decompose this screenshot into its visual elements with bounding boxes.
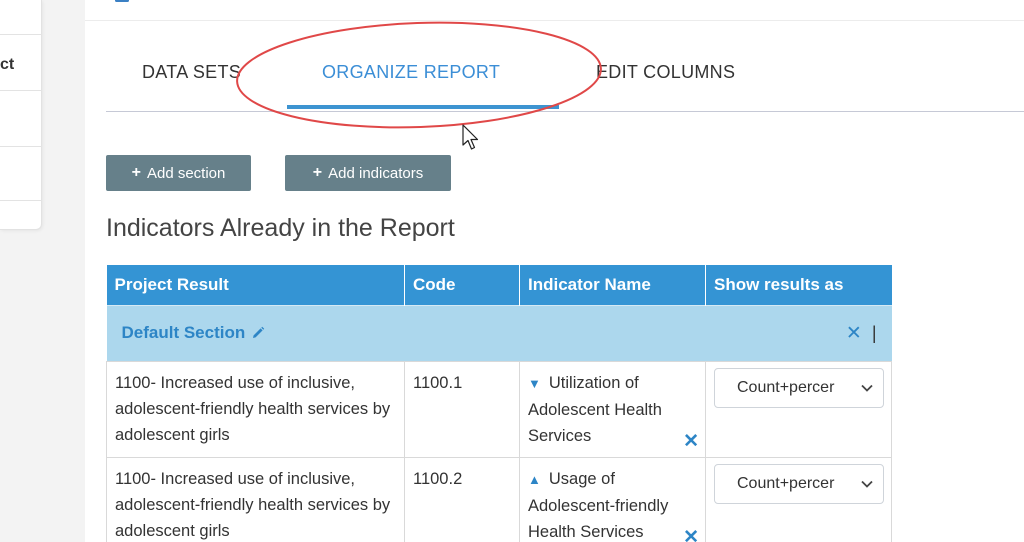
indicator-name-text: Utilization of Adolescent Health Service… (528, 373, 662, 445)
show-results-value: Count+percer (737, 474, 835, 492)
remove-indicator-icon[interactable]: ✕ (683, 429, 699, 455)
page-title-fragment (115, 0, 195, 4)
project-result-cell: 1100- Increased use of inclusive, adoles… (106, 456, 405, 542)
add-indicators-label: Add indicators (328, 164, 424, 182)
plus-icon: + (131, 164, 141, 181)
indicator-name-cell: ▲ Usage of Adolescent-friendly Health Ser… (519, 456, 706, 542)
active-tab-underline (287, 105, 559, 109)
show-results-select[interactable]: Count+percer (714, 367, 884, 408)
sidebar-divider (0, 146, 42, 147)
show-results-cell: Count+percer (705, 360, 892, 458)
remove-indicator-icon[interactable]: ✕ (683, 525, 699, 542)
chevron-down-icon (861, 480, 873, 488)
table-header-row: Project Result Code Indicator Name Show … (106, 265, 892, 305)
chevron-down-icon (861, 384, 873, 392)
left-sidebar: ct (0, 0, 42, 230)
table-row: 1100- Increased use of inclusive, adoles… (106, 360, 892, 458)
column-header-project-result: Project Result (106, 265, 405, 305)
header-divider (85, 20, 1024, 21)
show-results-select[interactable]: Count+percer (714, 463, 884, 504)
sidebar-divider (0, 34, 42, 35)
column-header-code: Code (404, 265, 520, 305)
sidebar-divider (0, 90, 42, 91)
section-row: Default Section ✕ | (106, 304, 892, 361)
code-cell: 1100.1 (404, 360, 520, 458)
drag-handle-icon[interactable]: | (872, 323, 877, 344)
sidebar-divider (0, 200, 42, 201)
add-section-label: Add section (146, 164, 226, 182)
tab-organize-report[interactable]: ORGANIZE REPORT (322, 62, 500, 83)
remove-section-icon[interactable]: ✕ (846, 322, 862, 345)
indicators-table: Project Result Code Indicator Name Show … (106, 265, 892, 542)
project-result-cell: 1100- Increased use of inclusive, adoles… (106, 360, 405, 458)
column-header-show-results-as: Show results as (705, 265, 892, 305)
pencil-edit-icon[interactable] (251, 326, 265, 340)
plus-icon: + (312, 164, 323, 181)
tab-data-sets[interactable]: DATA SETS (142, 62, 241, 83)
main-panel: DATA SETS ORGANIZE REPORT EDIT COLUMNS +… (85, 0, 1024, 542)
code-cell: 1100.2 (404, 456, 520, 542)
add-section-button[interactable]: + Add section (106, 155, 251, 191)
indicator-name-cell: ▼ Utilization of Adolescent Health Servic… (519, 360, 706, 458)
show-results-value: Count+percer (737, 378, 835, 396)
indicators-heading: Indicators Already in the Report (106, 214, 455, 242)
sort-down-icon[interactable]: ▼ (528, 376, 541, 391)
mouse-cursor-icon (462, 124, 479, 150)
section-name-label: Default Section (121, 323, 246, 342)
sidebar-item-label[interactable]: ct (0, 56, 14, 74)
column-header-indicator-name: Indicator Name (519, 265, 706, 305)
tab-bar: DATA SETS ORGANIZE REPORT EDIT COLUMNS (106, 48, 1024, 112)
add-indicators-button[interactable]: + Add indicators (285, 155, 451, 191)
show-results-cell: Count+percer (705, 456, 892, 542)
sort-up-icon[interactable]: ▲ (528, 472, 541, 487)
section-name[interactable]: Default Section (122, 323, 266, 343)
table-row: 1100- Increased use of inclusive, adoles… (106, 456, 892, 542)
tab-edit-columns[interactable]: EDIT COLUMNS (596, 62, 735, 83)
indicator-name-text: Usage of Adolescent-friendly Health Serv… (528, 469, 669, 541)
